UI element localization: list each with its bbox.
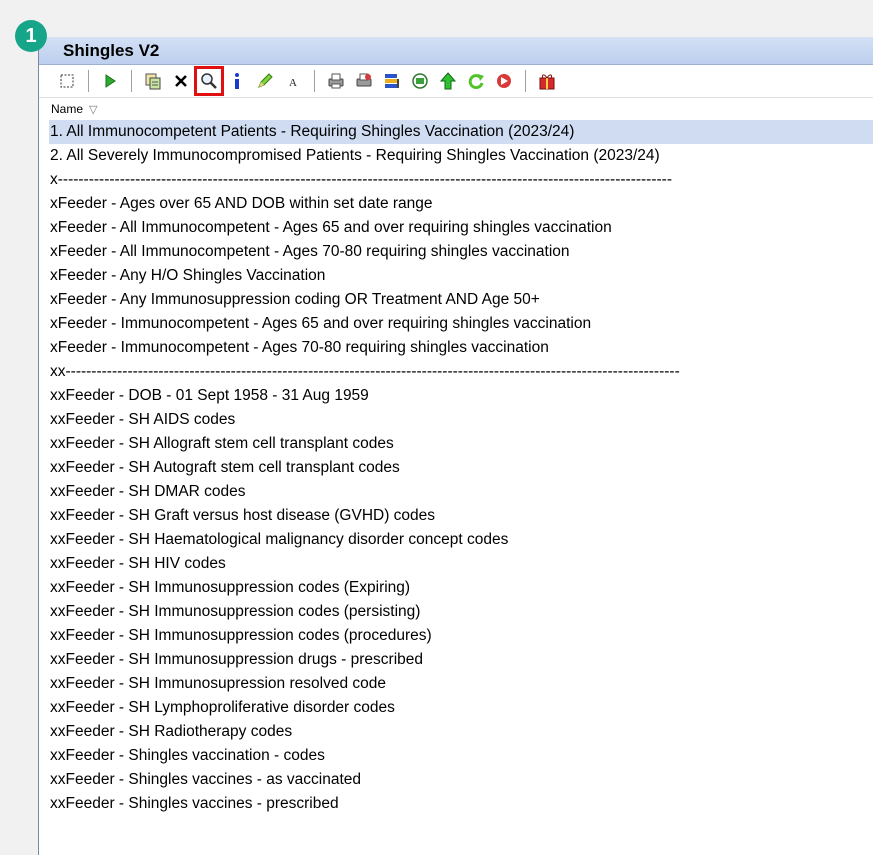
list-item[interactable]: xxFeeder - SH HIV codes (49, 552, 873, 576)
list-item[interactable]: xxFeeder - SH DMAR codes (49, 480, 873, 504)
column-header-label: Name (51, 102, 84, 116)
list-item[interactable]: xFeeder - Any H/O Shingles Vaccination (49, 264, 873, 288)
list-item[interactable]: xFeeder - All Immunocompetent - Ages 70-… (49, 240, 873, 264)
toolbar: A (39, 65, 873, 98)
list-item[interactable]: 1. All Immunocompetent Patients - Requir… (49, 120, 873, 144)
list-item[interactable]: xxFeeder - SH Haematological malignancy … (49, 528, 873, 552)
list-item[interactable]: xxFeeder - DOB - 01 Sept 1958 - 31 Aug 1… (49, 384, 873, 408)
list-item[interactable]: xxFeeder - SH Immunosupression resolved … (49, 672, 873, 696)
step-number-badge: 1 (15, 20, 47, 52)
svg-text:A: A (289, 77, 297, 89)
list-item[interactable]: xxFeeder - SH Immunosuppression drugs - … (49, 648, 873, 672)
list-item[interactable]: xxFeeder - SH Immunosuppression codes (E… (49, 576, 873, 600)
font-icon[interactable]: A (282, 70, 304, 92)
search-list: 1. All Immunocompetent Patients - Requir… (39, 120, 873, 816)
delete-icon[interactable] (170, 70, 192, 92)
copy-icon[interactable] (142, 70, 164, 92)
list-item[interactable]: xxFeeder - SH Lymphoproliferative disord… (49, 696, 873, 720)
print-icon[interactable] (325, 70, 347, 92)
panel-title: Shingles V2 (63, 40, 160, 60)
edit-icon[interactable] (254, 70, 276, 92)
select-icon[interactable] (56, 70, 78, 92)
toolbar-separator (88, 70, 89, 92)
move-up-icon[interactable] (437, 70, 459, 92)
list-item[interactable]: xx--------------------------------------… (49, 360, 873, 384)
refresh-icon[interactable] (465, 70, 487, 92)
list-item[interactable]: xxFeeder - SH Immunosuppression codes (p… (49, 624, 873, 648)
list-item[interactable]: x---------------------------------------… (49, 168, 873, 192)
column-header-name[interactable]: Name ▽ (39, 98, 873, 120)
forward-icon[interactable] (493, 70, 515, 92)
sort-filter-icon[interactable]: ▽ (89, 103, 97, 116)
search-icon[interactable] (194, 66, 224, 96)
list-item[interactable]: xxFeeder - Shingles vaccination - codes (49, 744, 873, 768)
info-icon[interactable] (226, 70, 248, 92)
search-list-panel: Shingles V2 A Name ▽ 1. All Immunocompet… (38, 37, 873, 855)
list-item[interactable]: xxFeeder - SH Immunosuppression codes (p… (49, 600, 873, 624)
list-item[interactable]: xxFeeder - SH Autograft stem cell transp… (49, 456, 873, 480)
gift-icon[interactable] (536, 70, 558, 92)
run-icon[interactable] (99, 70, 121, 92)
list-item[interactable]: xxFeeder - SH AIDS codes (49, 408, 873, 432)
list-item[interactable]: xxFeeder - SH Graft versus host disease … (49, 504, 873, 528)
list-item[interactable]: xxFeeder - Shingles vaccines - prescribe… (49, 792, 873, 816)
print-preview-icon[interactable] (353, 70, 375, 92)
list-item[interactable]: xxFeeder - SH Radiotherapy codes (49, 720, 873, 744)
list-item[interactable]: xxFeeder - SH Allograft stem cell transp… (49, 432, 873, 456)
toolbar-separator (314, 70, 315, 92)
list-item[interactable]: 2. All Severely Immunocompromised Patien… (49, 144, 873, 168)
panel-title-bar: Shingles V2 (39, 37, 873, 65)
list-item[interactable]: xFeeder - All Immunocompetent - Ages 65 … (49, 216, 873, 240)
toolbar-separator (525, 70, 526, 92)
toolbar-separator (131, 70, 132, 92)
list-item[interactable]: xFeeder - Ages over 65 AND DOB within se… (49, 192, 873, 216)
list-item[interactable]: xFeeder - Immunocompetent - Ages 70-80 r… (49, 336, 873, 360)
report-icon[interactable] (381, 70, 403, 92)
list-item[interactable]: xFeeder - Immunocompetent - Ages 65 and … (49, 312, 873, 336)
list-item[interactable]: xxFeeder - Shingles vaccines - as vaccin… (49, 768, 873, 792)
list-item[interactable]: xFeeder - Any Immunosuppression coding O… (49, 288, 873, 312)
export-icon[interactable] (409, 70, 431, 92)
